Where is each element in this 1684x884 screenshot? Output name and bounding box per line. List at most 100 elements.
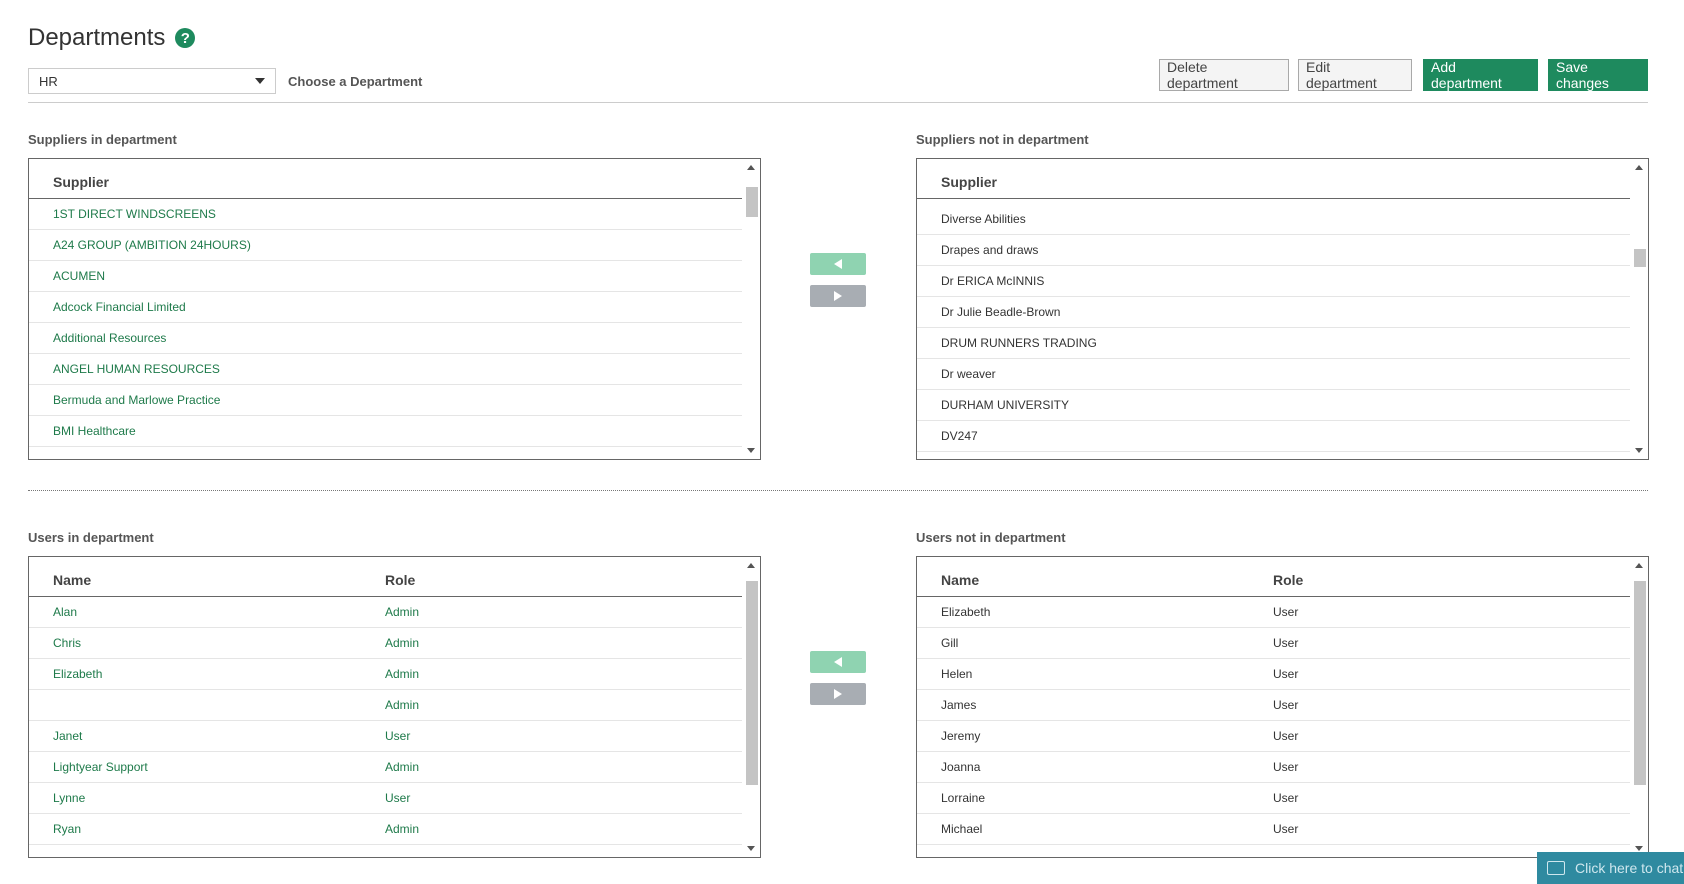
move-supplier-left-button[interactable] [810, 253, 866, 275]
scrollbar[interactable] [742, 563, 760, 851]
users-in-label: Users in department [28, 530, 154, 545]
scroll-up-icon[interactable] [1635, 563, 1643, 568]
move-user-left-button[interactable] [810, 651, 866, 673]
supplier-name: ANGEL HUMAN RESOURCES [53, 362, 220, 376]
table-row[interactable]: ACUMEN [29, 261, 742, 292]
suppliers-out-table: Supplier Diverse Abilities Drapes and dr… [916, 158, 1649, 460]
users-out-table: Name Role Elizabeth User Gill User Helen Us… [916, 556, 1649, 858]
add-department-button[interactable]: Add department [1423, 59, 1538, 91]
table-header: Name Role [29, 557, 742, 597]
users-out-label: Users not in department [916, 530, 1066, 545]
table-row[interactable]: Bermuda and Marlowe Practice [29, 385, 742, 416]
user-name: Janet [53, 729, 83, 743]
table-row[interactable]: Dr ERICA McINNIS [917, 266, 1630, 297]
user-name: Lynne [53, 791, 86, 805]
user-role: User [1273, 698, 1299, 712]
supplier-name: Bermuda and Marlowe Practice [53, 393, 221, 407]
scroll-thumb[interactable] [746, 187, 758, 217]
table-row[interactable]: Drapes and draws [917, 235, 1630, 266]
scrollbar[interactable] [1630, 165, 1648, 453]
table-row[interactable]: James User [917, 690, 1630, 721]
supplier-name: A24 GROUP (AMBITION 24HOURS) [53, 238, 251, 252]
column-header-role[interactable]: Role [385, 572, 415, 588]
table-header: Supplier [917, 159, 1630, 199]
column-header-name[interactable]: Name [53, 572, 91, 588]
scroll-up-icon[interactable] [1635, 165, 1643, 170]
scroll-up-icon[interactable] [747, 563, 755, 568]
table-row[interactable]: Helen User [917, 659, 1630, 690]
scroll-down-icon[interactable] [1635, 846, 1643, 851]
user-name: Alan [53, 605, 78, 619]
table-row[interactable]: Joanna User [917, 752, 1630, 783]
table-row[interactable]: Alan Admin [29, 597, 742, 628]
table-row[interactable]: Ryan Admin [29, 814, 742, 845]
table-row[interactable]: Adcock Financial Limited [29, 292, 742, 323]
delete-department-button[interactable]: Delete department [1159, 59, 1289, 91]
table-row[interactable]: DURHAM UNIVERSITY [917, 390, 1630, 421]
table-row[interactable]: BMI Healthcare [29, 416, 742, 447]
table-row[interactable]: Lorraine User [917, 783, 1630, 814]
user-role: User [385, 729, 411, 743]
table-row[interactable]: Gill User [917, 628, 1630, 659]
supplier-name: DV247 [941, 429, 978, 443]
user-name: Joanna [941, 760, 981, 774]
move-supplier-right-button[interactable] [810, 285, 866, 307]
column-header-role[interactable]: Role [1273, 572, 1303, 588]
supplier-name: DRUM RUNNERS TRADING [941, 336, 1097, 350]
move-user-right-button[interactable] [810, 683, 866, 705]
help-icon[interactable]: ? [175, 28, 196, 48]
table-row[interactable]: Lynne User [29, 783, 742, 814]
supplier-name: Additional Resources [53, 331, 167, 345]
page-title: Departments ? [28, 24, 196, 52]
table-row[interactable]: DRUM RUNNERS TRADING [917, 328, 1630, 359]
supplier-name: BMI Healthcare [53, 424, 136, 438]
table-row[interactable]: Additional Resources [29, 323, 742, 354]
user-role: User [1273, 667, 1299, 681]
table-row[interactable]: DV247 [917, 421, 1630, 452]
supplier-name: Dr ERICA McINNIS [941, 274, 1045, 288]
scrollbar[interactable] [742, 165, 760, 453]
table-row[interactable]: ANGEL HUMAN RESOURCES [29, 354, 742, 385]
table-row[interactable]: Lightyear Support Admin [29, 752, 742, 783]
scroll-thumb[interactable] [746, 581, 758, 785]
scrollbar[interactable] [1630, 563, 1648, 851]
table-row[interactable]: Chris Admin [29, 628, 742, 659]
table-row[interactable]: Elizabeth Admin [29, 659, 742, 690]
column-header-supplier[interactable]: Supplier [941, 174, 997, 190]
table-row[interactable]: Dr weaver [917, 359, 1630, 390]
table-row[interactable]: Dr Julie Beadle-Brown [917, 297, 1630, 328]
user-name: Lightyear Support [53, 760, 148, 774]
scroll-thumb[interactable] [1634, 581, 1646, 785]
user-role: User [1273, 605, 1299, 619]
table-row[interactable]: 1ST DIRECT WINDSCREENS [29, 199, 742, 230]
suppliers-out-label: Suppliers not in department [916, 132, 1089, 147]
user-name: Jeremy [941, 729, 981, 743]
supplier-name: DURHAM UNIVERSITY [941, 398, 1070, 412]
table-row[interactable]: Admin [29, 690, 742, 721]
column-header-name[interactable]: Name [941, 572, 979, 588]
scroll-up-icon[interactable] [747, 165, 755, 170]
scroll-down-icon[interactable] [747, 448, 755, 453]
column-header-supplier[interactable]: Supplier [53, 174, 109, 190]
users-in-table: Name Role Alan Admin Chris Admin Elizabeth… [28, 556, 761, 858]
chat-widget[interactable]: Click here to chat [1537, 852, 1684, 884]
arrow-right-icon [834, 689, 842, 699]
supplier-name: 1ST DIRECT WINDSCREENS [53, 207, 216, 221]
table-row[interactable]: Michael User [917, 814, 1630, 845]
table-row[interactable]: Diverse Abilities [917, 204, 1630, 235]
table-row[interactable]: A24 GROUP (AMBITION 24HOURS) [29, 230, 742, 261]
save-changes-button[interactable]: Save changes [1548, 59, 1648, 91]
department-select[interactable]: HR [28, 68, 276, 94]
table-header: Name Role [917, 557, 1630, 597]
user-name: Helen [941, 667, 973, 681]
user-name: Ryan [53, 822, 82, 836]
header-divider [28, 102, 1648, 103]
scroll-thumb[interactable] [1634, 249, 1646, 267]
scroll-down-icon[interactable] [1635, 448, 1643, 453]
suppliers-in-table: Supplier 1ST DIRECT WINDSCREENS A24 GROU… [28, 158, 761, 460]
table-row[interactable]: Janet User [29, 721, 742, 752]
table-row[interactable]: Elizabeth User [917, 597, 1630, 628]
scroll-down-icon[interactable] [747, 846, 755, 851]
edit-department-button[interactable]: Edit department [1298, 59, 1412, 91]
table-row[interactable]: Jeremy User [917, 721, 1630, 752]
